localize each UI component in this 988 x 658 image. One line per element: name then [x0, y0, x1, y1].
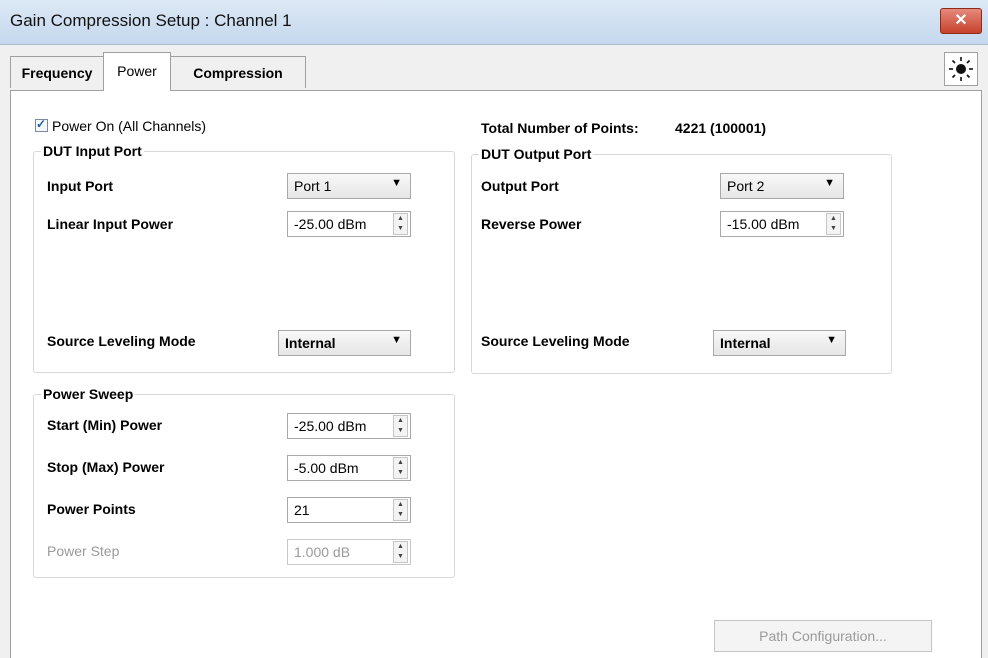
sun-help-icon — [949, 57, 973, 81]
spin-arrows-icon[interactable]: ▲ ▼ — [393, 213, 408, 235]
power-step-value: 1.000 dB — [294, 544, 351, 560]
power-points-value: 21 — [294, 502, 310, 518]
tab-frequency[interactable]: Frequency — [10, 56, 104, 88]
output-source-leveling-select[interactable]: Internal ▼ — [713, 330, 846, 356]
output-source-leveling-label: Source Leveling Mode — [481, 333, 630, 349]
output-port-select[interactable]: Port 2 ▼ — [720, 173, 844, 199]
output-source-leveling-value: Internal — [720, 335, 771, 351]
chevron-down-icon: ▼ — [826, 334, 837, 346]
spin-arrows-icon[interactable]: ▲ ▼ — [393, 415, 408, 437]
total-points-label: Total Number of Points: — [481, 120, 639, 136]
chevron-down-icon: ▼ — [824, 177, 835, 189]
input-source-leveling-select[interactable]: Internal ▼ — [278, 330, 411, 356]
spin-arrows-icon[interactable]: ▲ ▼ — [826, 213, 841, 235]
stop-power-label: Stop (Max) Power — [47, 459, 165, 475]
reverse-power-label: Reverse Power — [481, 216, 582, 232]
help-button[interactable] — [944, 52, 978, 86]
start-power-label: Start (Min) Power — [47, 417, 163, 433]
power-points-label: Power Points — [47, 501, 136, 517]
chevron-down-icon: ▼ — [391, 334, 402, 346]
stop-power-value: -5.00 dBm — [294, 460, 359, 476]
window-title: Gain Compression Setup : Channel 1 — [10, 11, 292, 30]
linear-input-power-value: -25.00 dBm — [294, 216, 367, 232]
title-bar: Gain Compression Setup : Channel 1 ✕ — [0, 0, 988, 45]
spin-arrows-icon: ▲ ▼ — [393, 541, 408, 563]
total-points-value: 4221 (100001) — [675, 120, 767, 136]
power-on-label: Power On (All Channels) — [52, 118, 207, 134]
input-port-select[interactable]: Port 1 ▼ — [287, 173, 411, 199]
tab-power[interactable]: Power — [103, 52, 171, 91]
spin-arrows-icon[interactable]: ▲ ▼ — [393, 499, 408, 521]
dut-output-port-title: DUT Output Port — [479, 146, 594, 162]
input-port-value: Port 1 — [294, 178, 332, 194]
tab-compression[interactable]: Compression — [170, 56, 306, 88]
power-points-spinbox[interactable]: 21 ▲ ▼ — [287, 497, 411, 523]
input-source-leveling-value: Internal — [285, 335, 336, 351]
output-port-value: Port 2 — [727, 178, 765, 194]
power-tab-panel: Power On (All Channels) Total Number of … — [10, 90, 982, 658]
spin-arrows-icon[interactable]: ▲ ▼ — [393, 457, 408, 479]
stop-power-spinbox[interactable]: -5.00 dBm ▲ ▼ — [287, 455, 411, 481]
power-step-label: Power Step — [47, 543, 120, 559]
input-source-leveling-label: Source Leveling Mode — [47, 333, 196, 349]
chevron-down-icon: ▼ — [391, 177, 402, 189]
dialog-window: Gain Compression Setup : Channel 1 ✕ Fre… — [0, 0, 988, 658]
output-port-label: Output Port — [481, 178, 559, 194]
reverse-power-value: -15.00 dBm — [727, 216, 800, 232]
power-sweep-title: Power Sweep — [41, 386, 136, 402]
input-port-label: Input Port — [47, 178, 114, 194]
dut-input-port-title: DUT Input Port — [41, 143, 144, 159]
close-button[interactable]: ✕ — [940, 8, 982, 34]
start-power-spinbox[interactable]: -25.00 dBm ▲ ▼ — [287, 413, 411, 439]
reverse-power-spinbox[interactable]: -15.00 dBm ▲ ▼ — [720, 211, 844, 237]
start-power-value: -25.00 dBm — [294, 418, 367, 434]
power-on-checkbox[interactable] — [35, 117, 48, 132]
linear-input-power-label: Linear Input Power — [47, 216, 174, 232]
close-icon: ✕ — [954, 12, 968, 29]
power-step-spinbox: 1.000 dB ▲ ▼ — [287, 539, 411, 565]
path-configuration-button: Path Configuration... — [714, 620, 932, 652]
linear-input-power-spinbox[interactable]: -25.00 dBm ▲ ▼ — [287, 211, 411, 237]
